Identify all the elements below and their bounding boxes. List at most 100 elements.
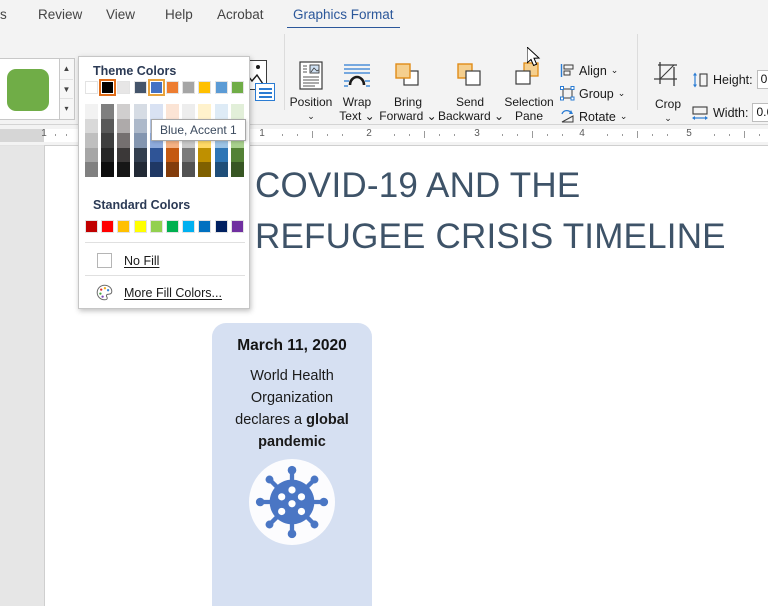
theme-variant-swatch-7-4[interactable] [198, 162, 212, 177]
standard-color-swatch-7[interactable] [198, 220, 212, 233]
group-label: Group [579, 86, 614, 101]
tab-review[interactable]: Review [30, 3, 90, 27]
standard-color-swatch-8[interactable] [214, 220, 228, 233]
standard-color-swatch-3[interactable] [133, 220, 147, 233]
theme-variant-swatch-4-0[interactable] [149, 104, 163, 119]
theme-variant-swatch-9-0[interactable] [230, 104, 244, 119]
theme-variant-swatch-5-3[interactable] [166, 147, 179, 163]
theme-variant-swatch-7-3[interactable] [198, 147, 212, 163]
timeline-card-date: March 11, 2020 [237, 337, 347, 354]
theme-variant-swatch-5-4[interactable] [166, 162, 179, 177]
position-chevron-icon[interactable]: ⌄ [286, 109, 336, 123]
theme-variant-swatch-3-2[interactable] [133, 133, 147, 148]
tab-help[interactable]: Help [157, 3, 201, 27]
theme-variant-swatch-6-0[interactable] [182, 104, 196, 119]
wrap-text-button[interactable]: Wrap Text ⌄ [334, 61, 380, 123]
gallery-scroll-spinners[interactable]: ▲ ▼ ▾ [60, 58, 75, 120]
position-label: Position [289, 95, 333, 109]
tab-acrobat[interactable]: Acrobat [209, 3, 272, 27]
standard-color-swatch-0[interactable] [85, 220, 98, 233]
width-input[interactable]: 0.6 [752, 103, 768, 122]
theme-variant-swatch-4-4[interactable] [149, 162, 163, 177]
theme-variant-swatch-0-1[interactable] [85, 118, 98, 134]
theme-variant-swatch-5-0[interactable] [166, 104, 179, 119]
theme-color-swatch-2[interactable] [117, 81, 131, 94]
theme-variant-swatch-1-3[interactable] [101, 147, 115, 163]
theme-variant-swatch-2-1[interactable] [117, 118, 131, 134]
tab-graphics-format[interactable]: Graphics Format [285, 3, 402, 29]
theme-variant-swatch-1-1[interactable] [101, 118, 115, 134]
theme-variant-swatch-0-2[interactable] [85, 133, 98, 148]
timeline-card[interactable]: March 11, 2020 World Health Organization… [212, 323, 372, 606]
timeline-card-text: World Health Organization declares a glo… [223, 365, 361, 453]
standard-color-swatch-1[interactable] [101, 220, 115, 233]
more-fill-colors-menu-item[interactable]: More Fill Colors... [85, 279, 245, 306]
theme-variant-swatch-4-3[interactable] [149, 147, 163, 163]
theme-color-swatch-3[interactable] [133, 81, 147, 94]
theme-variant-swatch-1-0[interactable] [101, 104, 115, 119]
bring-forward-label-2[interactable]: Forward ⌄ [378, 109, 438, 123]
theme-variant-swatch-1-2[interactable] [101, 133, 115, 148]
theme-variant-swatch-0-0[interactable] [85, 104, 98, 119]
theme-variant-swatch-2-3[interactable] [117, 147, 131, 163]
theme-variant-swatch-2-0[interactable] [117, 104, 131, 119]
standard-color-swatch-5[interactable] [166, 220, 179, 233]
send-backward-label-2[interactable]: Backward ⌄ [438, 109, 504, 123]
theme-variant-swatch-7-0[interactable] [198, 104, 212, 119]
theme-color-swatch-4[interactable] [147, 79, 165, 96]
theme-variant-swatch-6-3[interactable] [182, 147, 196, 163]
graphics-fill-color-dropdown[interactable]: Theme Colors Standard Colors No Fill Mor… [78, 56, 250, 309]
theme-variant-swatch-9-3[interactable] [230, 147, 244, 163]
send-backward-button[interactable]: Send Backward ⌄ [438, 61, 504, 123]
theme-variant-swatch-8-0[interactable] [214, 104, 228, 119]
height-input[interactable]: 0.6 [756, 70, 768, 89]
theme-variant-swatch-8-3[interactable] [214, 147, 228, 163]
gallery-scroll-down[interactable]: ▼ [60, 79, 73, 99]
align-chevron-icon[interactable]: ⌄ [611, 65, 619, 76]
document-title[interactable]: COVID-19 AND THE REFUGEE CRISIS TIMELINE [255, 160, 768, 262]
bring-forward-button[interactable]: Bring Forward ⌄ [378, 61, 438, 123]
group-menu[interactable]: Group ⌄ [560, 86, 625, 101]
theme-variant-swatch-0-4[interactable] [85, 162, 98, 177]
graphics-style-gallery[interactable] [0, 58, 60, 120]
crop-button[interactable]: Crop ⌄ [645, 61, 691, 125]
theme-variant-swatch-9-4[interactable] [230, 162, 244, 177]
theme-variant-swatch-2-4[interactable] [117, 162, 131, 177]
gallery-scroll-up[interactable]: ▲ [60, 59, 73, 79]
align-menu[interactable]: Align ⌄ [560, 63, 618, 78]
standard-color-swatch-9[interactable] [230, 220, 244, 233]
standard-color-swatch-6[interactable] [182, 220, 196, 233]
tab-view[interactable]: View [98, 3, 143, 27]
standard-color-swatch-2[interactable] [117, 220, 131, 233]
check-accessibility-icon[interactable] [255, 83, 275, 101]
theme-color-swatch-0[interactable] [85, 81, 98, 94]
theme-variant-swatch-8-4[interactable] [214, 162, 228, 177]
standard-color-swatch-4[interactable] [149, 220, 163, 233]
ruler-number-3: 3 [474, 128, 480, 139]
wrap-text-chevron-icon[interactable]: Text ⌄ [334, 109, 380, 123]
gallery-more-button[interactable]: ▾ [60, 99, 73, 119]
theme-variant-swatch-1-4[interactable] [101, 162, 115, 177]
theme-color-swatch-7[interactable] [198, 81, 212, 94]
graphics-style-preview-swatch[interactable] [7, 69, 49, 111]
theme-variant-swatch-3-1[interactable] [133, 118, 147, 134]
rotate-chevron-icon[interactable]: ⌄ [620, 111, 628, 122]
crop-chevron-icon[interactable]: ⌄ [645, 111, 691, 125]
no-fill-menu-item[interactable]: No Fill [85, 247, 245, 274]
theme-color-swatch-5[interactable] [166, 81, 179, 94]
theme-variant-swatch-2-2[interactable] [117, 133, 131, 148]
group-chevron-icon[interactable]: ⌄ [618, 88, 626, 99]
theme-variant-swatch-0-3[interactable] [85, 147, 98, 163]
theme-variant-swatch-3-4[interactable] [133, 162, 147, 177]
theme-color-swatch-8[interactable] [214, 81, 228, 94]
theme-variant-swatch-3-3[interactable] [133, 147, 147, 163]
selection-pane-label-2: Pane [514, 109, 544, 123]
rotate-menu[interactable]: Rotate ⌄ [560, 109, 627, 124]
tab-file-partial[interactable]: s [0, 3, 15, 27]
theme-color-swatch-6[interactable] [182, 81, 196, 94]
position-button[interactable]: Position ⌄ [286, 61, 336, 123]
theme-variant-swatch-6-4[interactable] [182, 162, 196, 177]
theme-color-swatch-9[interactable] [230, 81, 244, 94]
theme-variant-swatch-3-0[interactable] [133, 104, 147, 119]
theme-color-swatch-1[interactable] [99, 79, 117, 96]
